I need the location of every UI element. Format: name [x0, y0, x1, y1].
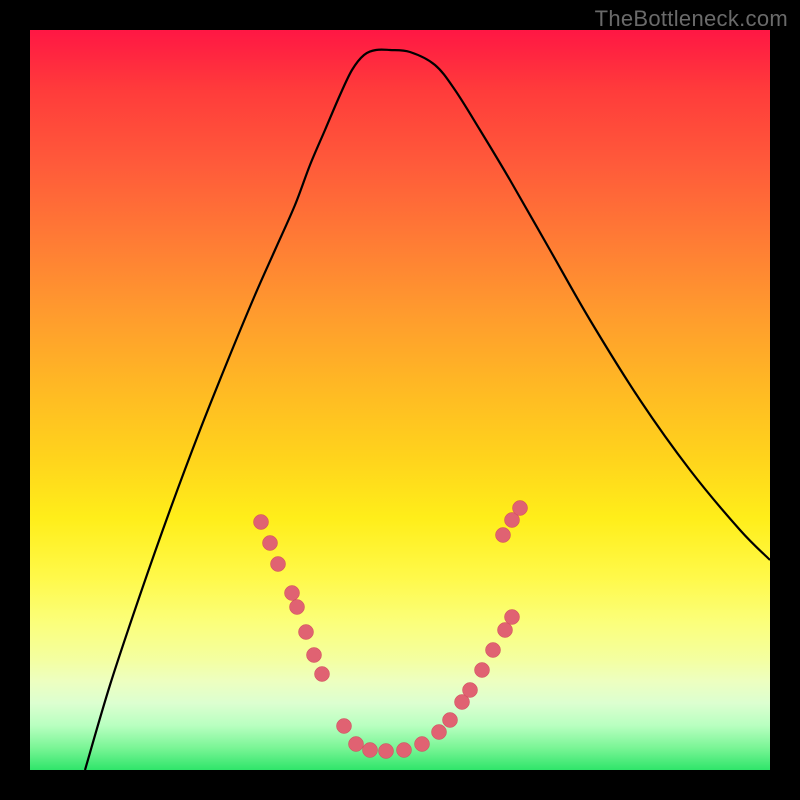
data-point — [486, 643, 501, 658]
data-point — [463, 683, 478, 698]
data-point — [307, 648, 322, 663]
data-point — [337, 719, 352, 734]
data-point — [379, 744, 394, 759]
data-point — [498, 623, 513, 638]
chart-svg — [30, 30, 770, 770]
chart-plot-area — [30, 30, 770, 770]
chart-frame: TheBottleneck.com — [0, 0, 800, 800]
data-point — [299, 625, 314, 640]
data-point — [349, 737, 364, 752]
data-point — [315, 667, 330, 682]
data-point — [513, 501, 528, 516]
data-point — [505, 610, 520, 625]
data-point — [271, 557, 286, 572]
data-point — [475, 663, 490, 678]
data-point — [263, 536, 278, 551]
data-point — [415, 737, 430, 752]
data-point — [397, 743, 412, 758]
data-point — [363, 743, 378, 758]
data-point — [443, 713, 458, 728]
scatter-dots — [254, 501, 528, 759]
bottleneck-curve — [85, 50, 770, 770]
watermark-text: TheBottleneck.com — [595, 6, 788, 32]
data-point — [432, 725, 447, 740]
data-point — [254, 515, 269, 530]
data-point — [290, 600, 305, 615]
data-point — [285, 586, 300, 601]
data-point — [496, 528, 511, 543]
